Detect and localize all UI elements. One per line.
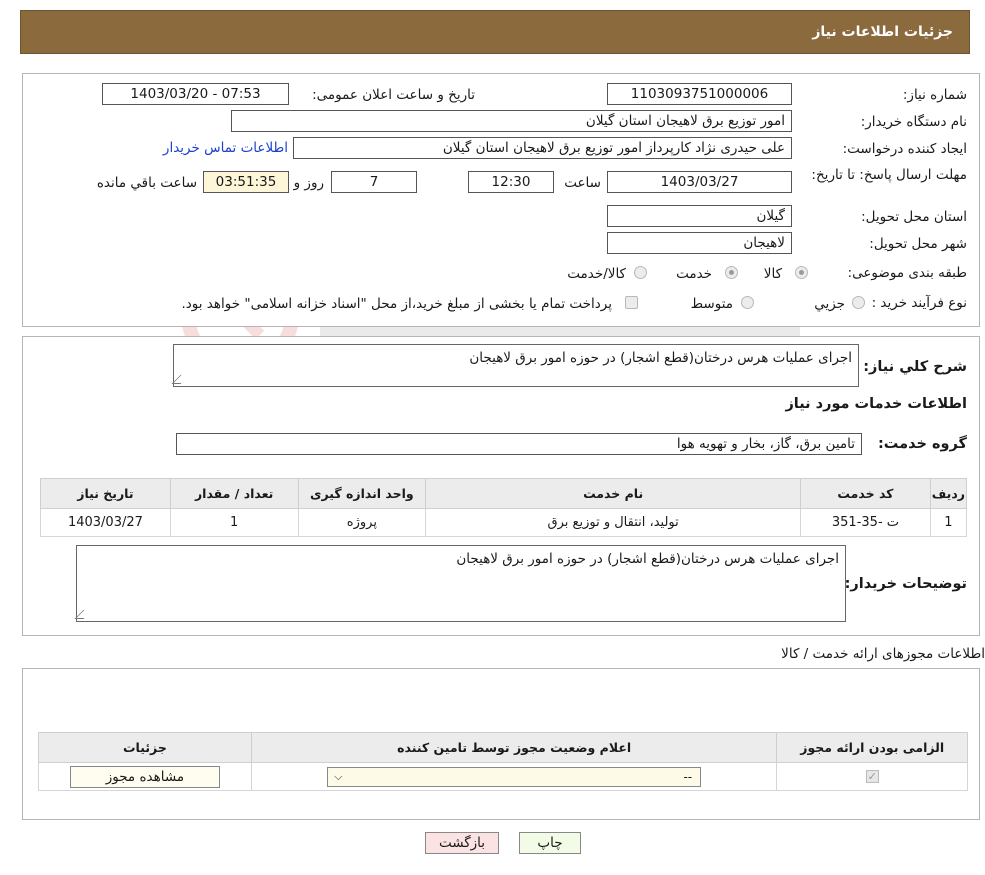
process-medium-label: متوسط — [690, 296, 733, 312]
page-title: جزئیات اطلاعات نیاز — [812, 24, 953, 40]
summary-textarea[interactable]: اجرای عملیات هرس درختان(قطع اشجار) در حو… — [171, 344, 859, 387]
announce-date-field: 1403/03/20 - 07:53 — [102, 83, 289, 105]
services-table: ردیف کد خدمت نام خدمت واحد اندازه گیری ت… — [40, 478, 968, 537]
col-row: ردیف — [929, 478, 968, 509]
category-label: طبقه بندی موضوعی: — [847, 265, 967, 281]
creator-label: ایجاد کننده درخواست: — [842, 141, 967, 157]
permit-status-value: -- — [683, 769, 693, 784]
process-type-label: نوع فرآیند خرید : — [871, 295, 967, 311]
deadline-label: مهلت ارسال پاسخ: تا تاریخ: — [811, 167, 967, 183]
view-permit-button[interactable]: مشاهده مجوز — [69, 765, 220, 788]
remaining-time-field: 03:51:35 — [203, 171, 289, 193]
table-row: 1 ت -35-351 تولید، انتقال و توزیع برق پر… — [40, 508, 968, 537]
service-group-field: تامین برق، گاز، بخار و تهویه هوا — [176, 433, 862, 455]
permits-title: اطلاعات مجوزهای ارائه خدمت / کالا — [781, 646, 985, 662]
buyer-org-label: نام دستگاه خریدار: — [860, 114, 967, 130]
col-details: جزئیات — [38, 732, 252, 763]
payment-note: پرداخت تمام یا بخشی از مبلغ خرید،از محل … — [181, 296, 612, 312]
col-code: کد خدمت — [800, 478, 931, 509]
category-goods-label: کالا — [763, 266, 782, 282]
summary-label: شرح کلي نياز: — [863, 359, 967, 375]
category-both-radio[interactable] — [634, 266, 647, 279]
city-field: لاهیجان — [607, 232, 792, 254]
cell-qty: 1 — [169, 508, 299, 537]
province-field: گیلان — [607, 205, 792, 227]
buyer-notes-label: توضیحات خریدار: — [844, 576, 967, 592]
resize-grip-icon[interactable] — [171, 375, 190, 384]
treasury-checkbox[interactable] — [625, 296, 638, 309]
province-label: استان محل تحویل: — [861, 209, 967, 225]
permits-table: الزامی بودن ارائه مجوز اعلام وضعیت مجوز … — [38, 732, 968, 791]
days-field: 7 — [331, 171, 417, 193]
creator-field: علی حیدری نژاد کارپرداز امور توزیع برق ل… — [293, 137, 792, 159]
permits-table-header: الزامی بودن ارائه مجوز اعلام وضعیت مجوز … — [38, 732, 968, 763]
process-minor-radio[interactable] — [852, 296, 865, 309]
required-checkbox: ✓ — [865, 770, 879, 783]
cell-row: 1 — [929, 508, 968, 537]
category-service-radio[interactable] — [725, 266, 738, 279]
col-required: الزامی بودن ارائه مجوز — [776, 732, 968, 763]
remaining-time-label: ساعت باقي مانده — [96, 175, 197, 191]
buyer-org-field: امور توزیع برق لاهیجان استان گیلان — [231, 110, 792, 132]
services-section-title: اطلاعات خدمات مورد نیاز — [785, 396, 967, 412]
col-date: تاریخ نیاز — [40, 478, 171, 509]
buyer-notes-text: اجرای عملیات هرس درختان(قطع اشجار) در حو… — [456, 551, 839, 567]
services-table-header: ردیف کد خدمت نام خدمت واحد اندازه گیری ت… — [40, 478, 968, 509]
col-status: اعلام وضعیت مجوز توسط تامین کننده — [250, 732, 778, 763]
back-button[interactable]: بازگشت — [425, 832, 499, 854]
need-number-label: شماره نیاز: — [902, 87, 967, 103]
city-label: شهر محل تحویل: — [869, 236, 967, 252]
col-qty: تعداد / مقدار — [169, 478, 299, 509]
cell-code: ت -35-351 — [800, 508, 931, 537]
required-cell: ✓ — [776, 762, 968, 791]
table-row: ✓ -- ⌵ مشاهده مجوز — [38, 762, 968, 791]
category-both-label: کالا/خدمت — [567, 266, 626, 282]
deadline-time-field: 12:30 — [468, 171, 554, 193]
days-label: روز و — [293, 175, 324, 191]
cell-unit: پروژه — [297, 508, 427, 537]
service-group-label: گروه خدمت: — [877, 436, 967, 452]
cell-name: تولید، انتقال و توزیع برق — [425, 508, 802, 537]
chevron-down-icon: ⌵ — [334, 769, 343, 783]
summary-text: اجرای عملیات هرس درختان(قطع اشجار) در حو… — [469, 350, 852, 366]
resize-grip-icon[interactable] — [74, 610, 93, 619]
col-unit: واحد اندازه گیری — [297, 478, 427, 509]
need-number-field: 1103093751000006 — [607, 83, 792, 105]
permit-status-select[interactable]: -- ⌵ — [327, 766, 702, 787]
category-goods-radio[interactable] — [795, 266, 808, 279]
status-cell: -- ⌵ — [250, 762, 778, 791]
cell-date: 1403/03/27 — [40, 508, 171, 537]
buyer-contact-link[interactable]: اطلاعات تماس خریدار — [163, 140, 288, 156]
announce-date-label: تاریخ و ساعت اعلان عمومی: — [312, 87, 475, 103]
process-minor-label: جزیي — [814, 296, 845, 312]
page-header: جزئیات اطلاعات نیاز — [20, 10, 970, 54]
process-medium-radio[interactable] — [741, 296, 754, 309]
print-button[interactable]: چاپ — [519, 832, 581, 854]
buyer-notes-textarea[interactable]: اجرای عملیات هرس درختان(قطع اشجار) در حو… — [74, 545, 846, 622]
details-cell: مشاهده مجوز — [38, 762, 252, 791]
deadline-date-field: 1403/03/27 — [607, 171, 792, 193]
category-service-label: خدمت — [676, 266, 712, 282]
deadline-time-label: ساعت — [564, 175, 601, 191]
col-name: نام خدمت — [425, 478, 802, 509]
